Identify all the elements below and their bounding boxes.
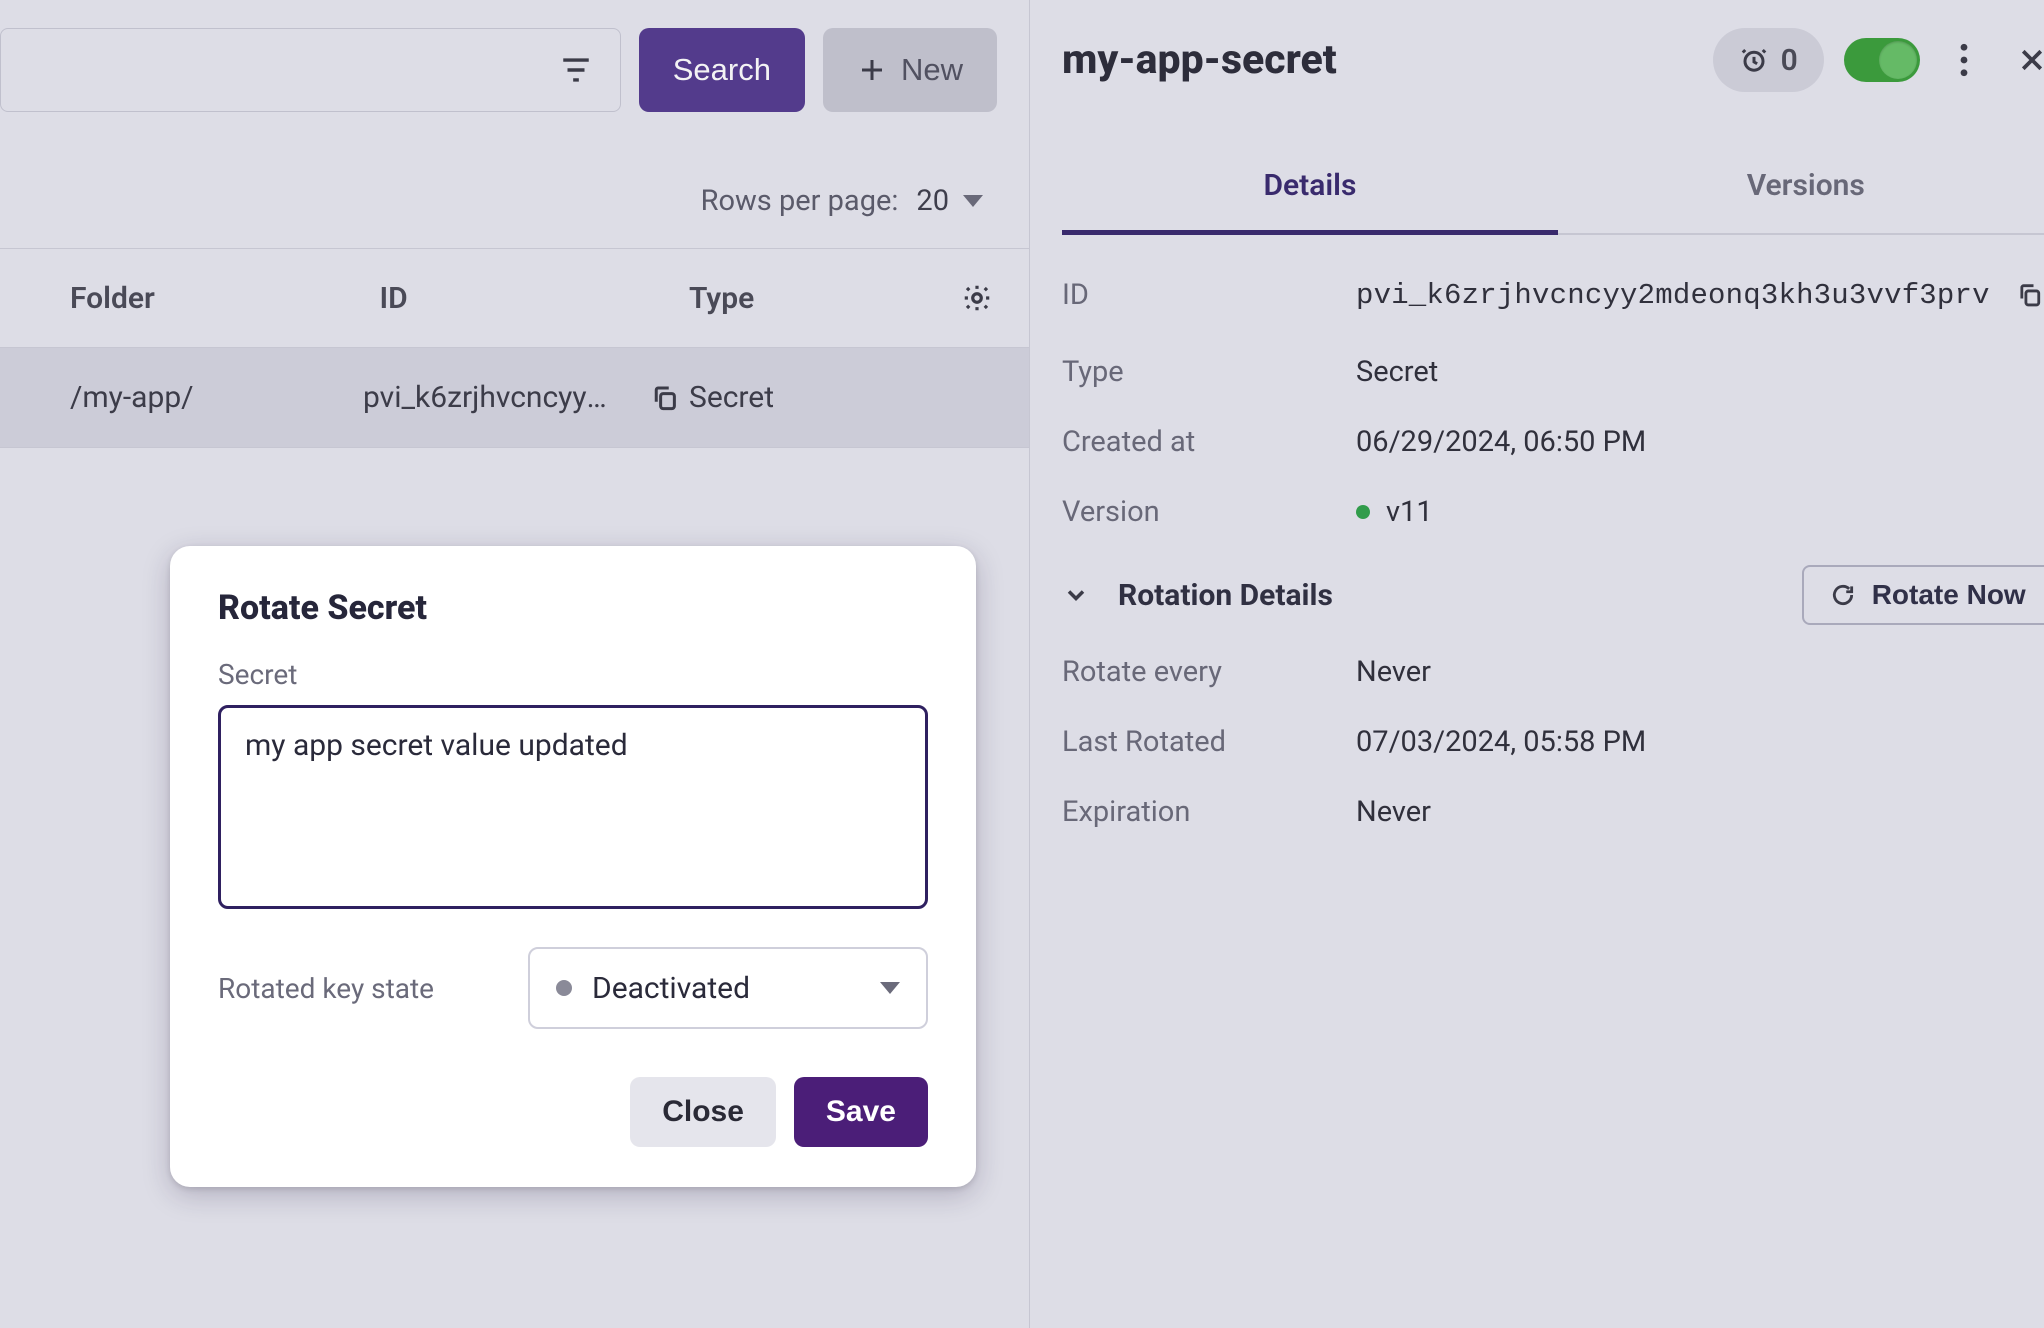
modal-close-button[interactable]: Close [630, 1077, 776, 1147]
secret-field-label: Secret [218, 658, 928, 691]
rotate-secret-dialog: Rotate Secret Secret Rotated key state D… [170, 546, 976, 1187]
modal-title: Rotate Secret [218, 588, 928, 628]
secret-textarea[interactable] [218, 705, 928, 909]
modal-close-label: Close [662, 1095, 744, 1128]
state-dot-icon [556, 980, 572, 996]
modal-backdrop: Rotate Secret Secret Rotated key state D… [0, 0, 2044, 1328]
modal-save-button[interactable]: Save [794, 1077, 928, 1147]
rotated-state-value: Deactivated [592, 971, 750, 1006]
caret-down-icon [880, 982, 900, 994]
modal-save-label: Save [826, 1095, 896, 1128]
rotated-state-select[interactable]: Deactivated [528, 947, 928, 1029]
rotated-state-label: Rotated key state [218, 972, 498, 1005]
